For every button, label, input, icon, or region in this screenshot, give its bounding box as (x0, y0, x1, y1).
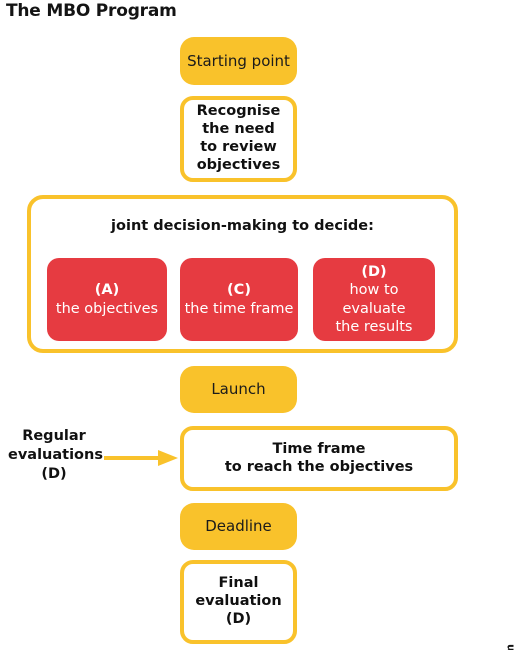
node-deadline-label: Deadline (205, 517, 272, 536)
node-time-frame-label: Time frame to reach the objectives (224, 440, 414, 475)
decision-card-time-frame-label: the time frame (184, 300, 294, 317)
page-title: The MBO Program (6, 1, 177, 21)
decision-card-time-frame-code: (C) (227, 282, 251, 299)
node-deadline: Deadline (180, 503, 297, 550)
node-time-frame: Time frame to reach the objectives (180, 426, 458, 491)
node-starting-point: Starting point (180, 37, 297, 85)
decision-card-objectives: (A) the objectives (47, 258, 167, 341)
decision-card-evaluate-results-label: how to evaluate the results (335, 282, 413, 335)
decision-card-evaluate-results: (D) how to evaluate the results (313, 258, 435, 341)
decision-card-evaluate-results-code: (D) (361, 263, 387, 280)
node-recognise-need: Recognise the need to review objectives (180, 96, 297, 182)
node-final-evaluation-label: Final evaluation (D) (195, 575, 282, 627)
node-final-evaluation: Final evaluation (D) (180, 560, 297, 644)
node-launch-label: Launch (211, 380, 266, 399)
node-launch: Launch (180, 366, 297, 413)
joint-decision-heading: joint decision-making to decide: (111, 218, 374, 234)
decision-card-objectives-code: (A) (94, 282, 120, 299)
diagram-canvas: The MBO Program Starting point Recognise… (0, 0, 514, 650)
regular-evaluations-label: Regular evaluations (D) (8, 428, 103, 482)
decision-card-time-frame: (C) the time frame (180, 258, 298, 341)
decision-card-objectives-label: the objectives (55, 300, 159, 317)
node-recognise-need-label: Recognise the need to review objectives (196, 103, 281, 173)
node-starting-point-label: Starting point (187, 51, 290, 70)
right-arrow-icon (104, 450, 178, 466)
credit-watermark: The MBO Program © 50MINUTES.com (503, 644, 514, 650)
joint-decision-container: joint decision-making to decide: (A) the… (27, 195, 458, 353)
